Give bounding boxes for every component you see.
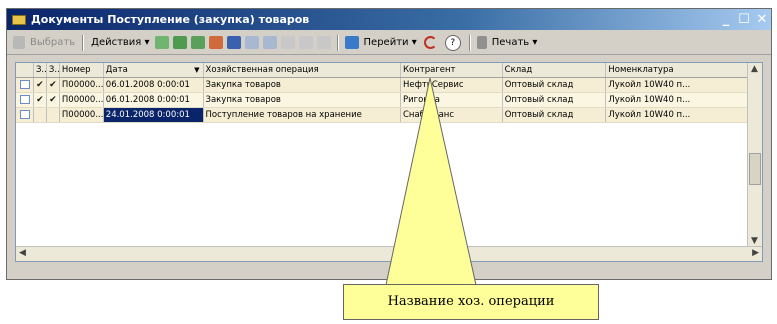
table-header: З.. З.. Номер Дата ▼ Хозяйственная опера… — [16, 63, 748, 78]
post-icon[interactable] — [280, 36, 295, 49]
scroll-down-icon[interactable]: ▼ — [751, 236, 758, 246]
document-icon — [20, 95, 31, 104]
date-cell-selected[interactable]: 24.01.2008 0:00:01 — [103, 108, 204, 122]
edit-icon[interactable] — [190, 36, 205, 49]
window-title: Документы Поступление (закупка) товаров — [31, 13, 310, 26]
filter-icon[interactable] — [244, 36, 259, 49]
horizontal-scrollbar[interactable]: ◀ ▶ — [16, 246, 762, 261]
search-icon[interactable] — [316, 36, 331, 49]
column-header-date[interactable]: Дата ▼ — [104, 63, 204, 77]
flag-check — [47, 108, 60, 122]
operation-cell[interactable]: Закупка товаров — [204, 78, 401, 92]
column-header-date-label: Дата — [105, 65, 128, 75]
refresh-icon[interactable] — [423, 36, 437, 49]
counterparty-cell[interactable]: Снаб-Транс — [401, 108, 503, 122]
close-button[interactable]: ✕ — [753, 12, 771, 28]
flag-check: ✔ — [47, 93, 60, 107]
nomenclature-cell[interactable]: Лукойл 10W40 п... — [606, 78, 749, 92]
column-header-warehouse[interactable]: Склад — [503, 63, 607, 77]
posted-check: ✔ — [34, 78, 47, 92]
number-cell[interactable]: П00000... — [60, 78, 104, 92]
scroll-up-icon[interactable]: ▲ — [751, 64, 758, 74]
operation-cell[interactable]: Закупка товаров — [204, 93, 401, 107]
column-header-posted[interactable]: З.. — [34, 63, 47, 77]
documents-window: Документы Поступление (закупка) товаров … — [6, 8, 772, 280]
number-cell[interactable]: П00000... — [60, 108, 104, 122]
sort-desc-icon: ▼ — [194, 66, 200, 74]
table-row[interactable]: П00000... 24.01.2008 0:00:01 Поступление… — [16, 108, 749, 123]
column-header-operation[interactable]: Хозяйственная операция — [204, 63, 401, 77]
date-cell[interactable]: 06.01.2008 0:00:01 — [104, 78, 204, 92]
documents-table[interactable]: З.. З.. Номер Дата ▼ Хозяйственная опера… — [15, 62, 763, 262]
column-header-counterparty[interactable]: Контрагент — [401, 63, 503, 77]
printer-icon — [476, 36, 487, 49]
goto-menu[interactable]: Перейти ▾ — [361, 37, 420, 48]
counterparty-cell[interactable]: Ригонда — [401, 93, 503, 107]
select-button[interactable]: Выбрать — [27, 37, 78, 48]
help-button[interactable]: ? — [444, 34, 461, 51]
toolbar: Выбрать Действия ▾ Перейти ▾ ? Печать ▾ — [7, 31, 771, 55]
minimize-button[interactable]: _ — [717, 12, 735, 28]
vertical-scrollbar[interactable]: ▲ ▼ — [747, 63, 762, 247]
scroll-left-icon[interactable]: ◀ — [19, 248, 26, 258]
date-cell[interactable]: 06.01.2008 0:00:01 — [104, 93, 204, 107]
add-icon[interactable] — [154, 36, 169, 49]
row-icon-cell — [16, 108, 34, 122]
structure-icon[interactable] — [298, 36, 313, 49]
row-icon-cell — [16, 93, 34, 107]
column-header-flag[interactable]: З.. — [47, 63, 60, 77]
flag-check: ✔ — [47, 78, 60, 92]
actions-menu[interactable]: Действия ▾ — [88, 37, 152, 48]
vertical-scroll-thumb[interactable] — [749, 153, 761, 185]
toolbar-separator — [82, 34, 85, 51]
filter-off-icon[interactable] — [262, 36, 277, 49]
warehouse-cell[interactable]: Оптовый склад — [503, 78, 607, 92]
posted-check: ✔ — [34, 93, 47, 107]
column-header-icon[interactable] — [16, 63, 34, 77]
counterparty-cell[interactable]: НефтьСервис — [401, 78, 503, 92]
document-icon — [20, 110, 31, 119]
column-header-nomenclature[interactable]: Номенклатура — [606, 63, 748, 77]
table-row[interactable]: ✔ ✔ П00000... 06.01.2008 0:00:01 Закупка… — [16, 78, 749, 93]
nomenclature-cell[interactable]: Лукойл 10W40 п... — [606, 108, 749, 122]
callout-label: Название хоз. операции — [343, 284, 599, 320]
scroll-right-icon[interactable]: ▶ — [752, 248, 759, 258]
nomenclature-cell[interactable]: Лукойл 10W40 п... — [606, 93, 749, 107]
warehouse-cell[interactable]: Оптовый склад — [503, 93, 607, 107]
document-icon — [20, 80, 31, 89]
delete-icon[interactable] — [208, 36, 223, 49]
maximize-button[interactable]: ☐ — [735, 12, 753, 28]
warehouse-cell[interactable]: Оптовый склад — [503, 108, 607, 122]
folder-icon — [12, 14, 26, 25]
based-on-icon[interactable] — [344, 36, 359, 49]
toolbar-separator — [468, 34, 471, 51]
copy-icon[interactable] — [172, 36, 187, 49]
posted-check — [34, 108, 47, 122]
print-menu[interactable]: Печать ▾ — [489, 37, 541, 48]
column-header-number[interactable]: Номер — [60, 63, 104, 77]
select-icon — [13, 36, 25, 49]
operation-cell[interactable]: Поступление товаров на хранение — [204, 108, 401, 122]
row-icon-cell — [16, 78, 34, 92]
table-row[interactable]: ✔ ✔ П00000... 06.01.2008 0:00:01 Закупка… — [16, 93, 749, 108]
toolbar-separator — [336, 34, 339, 51]
title-bar[interactable]: Документы Поступление (закупка) товаров … — [7, 9, 771, 30]
number-cell[interactable]: П00000... — [60, 93, 104, 107]
interval-icon[interactable] — [226, 36, 241, 49]
